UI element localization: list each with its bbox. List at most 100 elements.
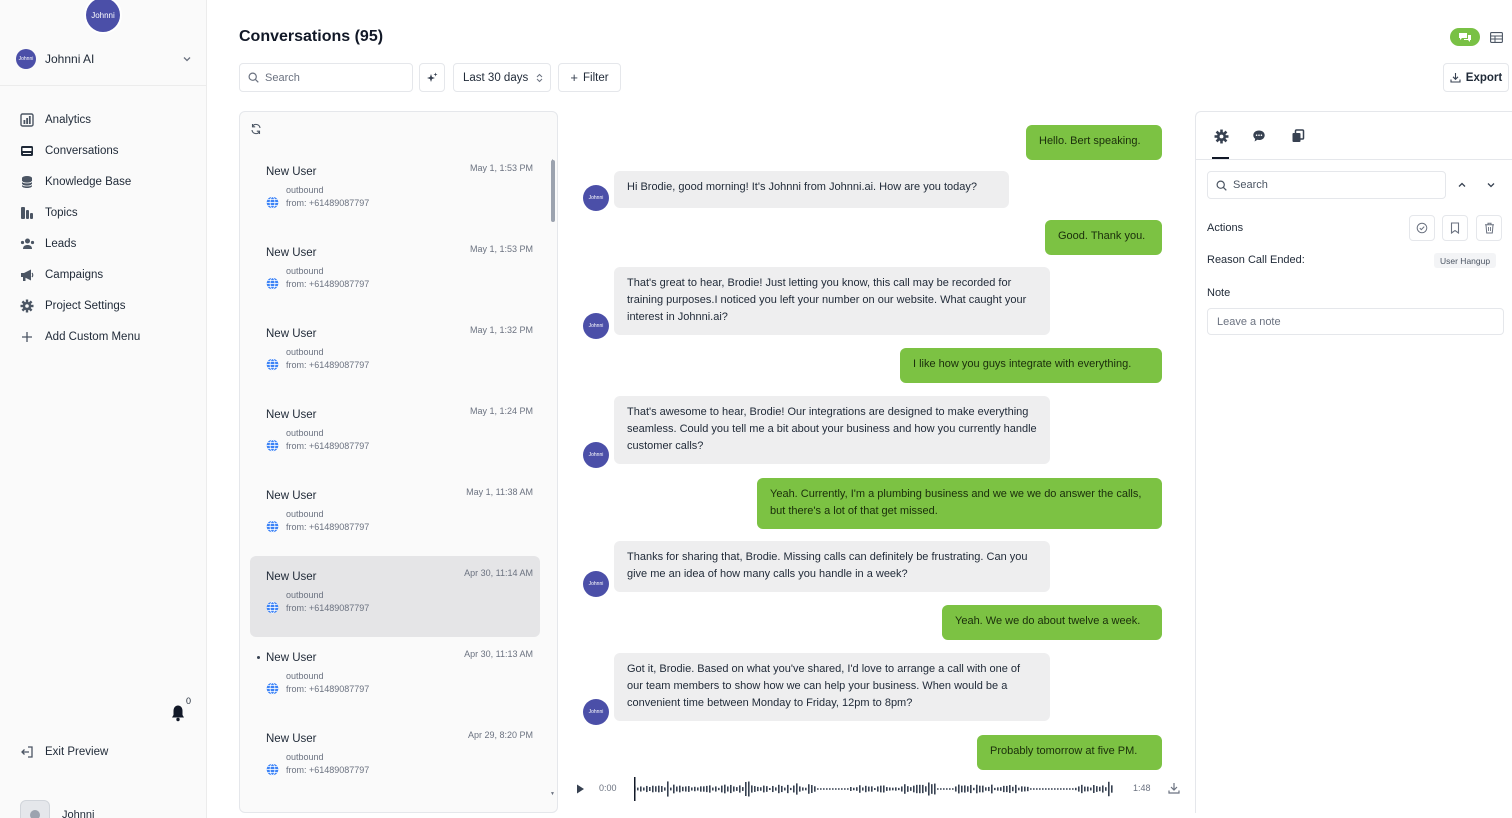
next-match-button[interactable] [1484,178,1498,192]
ai-search-button[interactable] [419,63,445,92]
workspace-name: Johnni AI [45,52,95,66]
list-item[interactable]: New User May 1, 11:38 AM outbound from: +61… [250,475,540,556]
search-input-wrapper[interactable] [239,63,413,92]
tab-copy[interactable] [1288,126,1308,146]
refresh-icon[interactable] [250,123,262,135]
waveform-bar [937,788,939,790]
table-view-toggle[interactable] [1488,29,1504,45]
waveform-bar [892,787,894,791]
active-tab-indicator [1212,157,1229,159]
sidebar-item-topics[interactable]: Topics [18,197,198,228]
conversation-from: from: +61489087797 [286,441,370,451]
conversation-from: from: +61489087797 [286,279,370,289]
exit-preview-button[interactable]: Exit Preview [18,743,108,761]
waveform-bar [994,787,996,791]
waveform-bar [1078,786,1080,792]
audio-waveform[interactable] [634,776,1119,802]
conversation-time: May 1, 1:53 PM [469,163,533,173]
waveform-bar [1069,788,1071,790]
sidebar-item-add-custom-menu[interactable]: Add Custom Menu [18,321,198,352]
sidebar-item-label: Campaigns [45,268,104,281]
waveform-bar [1054,788,1056,790]
conversation-direction: outbound [286,590,324,600]
globe-icon [266,682,279,695]
waveform-bar [1093,785,1095,793]
scrollbar-thumb[interactable] [551,160,555,222]
play-icon[interactable] [573,782,587,796]
sidebar-item-campaigns[interactable]: Campaigns [18,259,198,290]
waveform-bar [871,786,873,792]
comment-icon [1253,130,1265,142]
sidebar-item-label: Project Settings [45,299,126,312]
export-button[interactable]: Export [1443,63,1509,92]
brand-logo: Johnni [86,0,120,32]
sidebar-item-conversations[interactable]: Conversations [18,135,198,166]
user-profile[interactable]: Johnni [20,800,94,818]
waveform-bar [652,785,654,793]
brand-logo-text: Johnni [91,10,115,20]
plus-icon: + [570,70,579,85]
waveform-bar [958,784,960,794]
workspace-switcher[interactable]: Johnni Johnni AI [16,48,192,70]
filter-button[interactable]: + Filter [558,63,621,92]
bot-message: That's awesome to hear, Brodie! Our inte… [614,396,1050,464]
waveform-bar [739,785,741,793]
waveform-bar [646,785,648,793]
chat-view-toggle[interactable] [1450,28,1480,46]
conversation-direction: outbound [286,752,324,762]
tab-comments[interactable] [1249,126,1269,146]
conversation-direction: outbound [286,185,324,195]
list-item[interactable]: New User Apr 30, 11:13 AM outbound from: +6… [250,637,540,718]
scroll-down-arrow[interactable]: ▼ [550,791,555,797]
details-search-wrapper[interactable] [1207,171,1446,199]
conversation-name: New User [266,733,317,745]
waveform-bar [1063,788,1065,790]
waveform-bar [664,787,666,791]
waveform-bar [991,784,993,794]
waveform-bar [901,786,903,792]
list-item[interactable]: New User May 1, 1:24 PM outbound from: +614… [250,394,540,475]
playhead[interactable] [634,777,636,801]
waveform-bar [946,788,948,790]
bot-avatar: Johnni [583,571,609,597]
bell-icon[interactable] [170,704,186,722]
list-item[interactable]: New User Apr 30, 11:14 AM outbound from: +6… [250,556,540,637]
waveform-bar [1105,787,1107,791]
conversation-time: May 1, 1:24 PM [469,406,533,416]
sidebar-item-leads[interactable]: Leads [18,228,198,259]
waveform-bar [1096,786,1098,792]
search-icon [1216,179,1227,191]
tab-settings[interactable] [1211,126,1231,146]
list-item[interactable]: New User May 1, 1:53 PM outbound from: +614… [250,151,540,232]
sidebar-item-knowledge-base[interactable]: Knowledge Base [18,166,198,197]
list-item[interactable]: New User May 1, 1:32 PM outbound from: +614… [250,313,540,394]
list-item[interactable]: New User Apr 29, 8:20 PM outbound from: +61… [250,718,540,799]
list-item[interactable]: New User May 1, 1:53 PM outbound from: +614… [250,232,540,313]
previous-match-button[interactable] [1455,178,1469,192]
waveform-bar [655,786,657,792]
conversation-direction: outbound [286,347,324,357]
sidebar-item-label: Knowledge Base [45,175,132,188]
note-field[interactable] [1207,308,1504,335]
conversation-time: May 1, 11:38 AM [466,487,533,497]
conversation-time: Apr 30, 11:14 AM [464,568,533,578]
date-range-select[interactable]: Last 30 days [453,63,551,92]
details-search-input[interactable] [1233,179,1433,191]
sidebar-item-project-settings[interactable]: Project Settings [18,290,198,321]
bookmark-button[interactable] [1442,215,1468,241]
waveform-bar [1081,784,1083,794]
exit-preview-label: Exit Preview [45,746,109,758]
waveform-bar [787,784,789,794]
download-icon[interactable] [1167,781,1181,795]
waveform-bar [676,786,678,792]
waveform-bar [718,787,720,791]
search-input[interactable] [265,71,405,84]
waveform-bar [961,785,963,793]
waveform-bar [913,785,915,793]
users-icon [18,235,36,253]
sidebar-item-analytics[interactable]: Analytics [18,104,198,135]
resolve-button[interactable] [1409,215,1435,241]
delete-button[interactable] [1476,215,1502,241]
conversation-from: from: +61489087797 [286,684,370,694]
waveform-bar [940,788,942,790]
